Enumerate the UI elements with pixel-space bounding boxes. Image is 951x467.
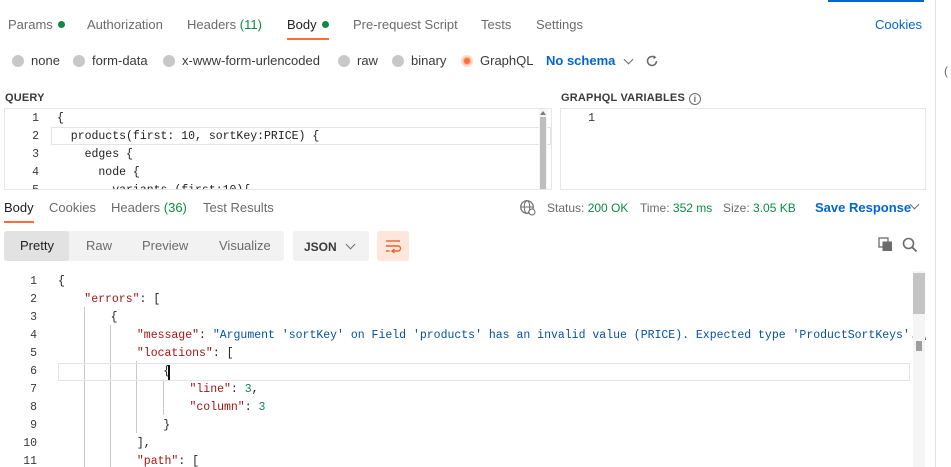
body-dot-indicator — [321, 21, 329, 28]
time-readout: Time: 352 ms — [640, 201, 713, 215]
scroll-up-arrow-icon[interactable] — [540, 111, 546, 115]
schema-dropdown[interactable]: No schema — [546, 53, 615, 68]
code-text: "errors": [ — [84, 293, 161, 306]
tab-params[interactable]: Params — [8, 17, 65, 32]
send-button-edge[interactable] — [828, 0, 924, 2]
line-number: 4 — [30, 329, 37, 342]
side-panel-glyph: ( — [944, 64, 948, 78]
line-number: 5 — [30, 347, 37, 360]
radio-none[interactable]: none — [12, 53, 60, 68]
wrap-lines-button[interactable] — [377, 231, 409, 261]
line-number: 9 — [30, 419, 37, 432]
search-icon[interactable] — [902, 237, 918, 253]
graphql-variables-label: GRAPHQL VARIABLES i — [561, 92, 702, 105]
params-dot-indicator — [57, 21, 65, 28]
response-tab-test-results[interactable]: Test Results — [203, 200, 274, 215]
view-mode-raw[interactable]: Raw — [86, 238, 112, 253]
line-number: 1 — [588, 112, 595, 125]
response-tab-body[interactable]: Body — [4, 200, 34, 215]
radio-x-www-form-urlencoded[interactable]: x-www-form-urlencoded — [163, 53, 320, 68]
code-text: "message": "Argument 'sortKey' on Field … — [136, 329, 926, 342]
code-text: "column": 3 — [189, 401, 266, 414]
active-tab-underline — [287, 38, 329, 40]
indent-guide — [163, 379, 164, 415]
radio-raw[interactable]: raw — [338, 53, 378, 68]
code-line: node { — [57, 166, 140, 179]
code-text: { — [58, 275, 65, 288]
code-line: products(first: 10, sortKey:PRICE) { — [57, 130, 320, 143]
copy-icon[interactable] — [878, 237, 893, 252]
radio-graphql[interactable]: GraphQL — [461, 53, 533, 68]
code-line: variants (first:10){ — [57, 182, 250, 189]
indent-guide — [84, 307, 85, 467]
view-mode-visualize[interactable]: Visualize — [219, 238, 271, 253]
tab-authorization[interactable]: Authorization — [87, 17, 163, 32]
view-mode-preview[interactable]: Preview — [142, 238, 188, 253]
line-number: 5 — [5, 182, 39, 189]
wrap-lines-icon — [386, 240, 402, 254]
tab-headers[interactable]: Headers (11) — [187, 17, 262, 32]
response-tab-headers[interactable]: Headers (36) — [111, 200, 187, 215]
info-icon[interactable]: i — [689, 93, 702, 105]
tab-settings[interactable]: Settings — [536, 17, 583, 32]
code-text: } — [163, 419, 171, 432]
line-number: 2 — [32, 130, 39, 143]
view-mode-pretty[interactable]: Pretty — [20, 238, 54, 253]
text-cursor — [168, 365, 170, 380]
tab-tests[interactable]: Tests — [481, 17, 511, 32]
save-response-button[interactable]: Save Response — [815, 200, 911, 215]
globe-network-icon[interactable] — [519, 199, 536, 216]
line-number: 10 — [23, 437, 37, 450]
query-editor[interactable]: 1 { 2 products(first: 10, sortKey:PRICE) … — [4, 108, 552, 190]
query-scrollbar-thumb[interactable] — [540, 117, 546, 189]
code-line: { — [57, 112, 64, 125]
line-number: 11 — [23, 455, 37, 467]
tab-body[interactable]: Body — [287, 17, 329, 32]
tab-pre-request-script[interactable]: Pre-request Script — [353, 17, 458, 32]
refresh-icon[interactable] — [645, 54, 659, 68]
line-number: 4 — [32, 166, 39, 179]
size-readout: Size: 3.05 KB — [723, 201, 796, 215]
graphql-variables-editor[interactable]: 1 — [560, 108, 926, 190]
line-number: 1 — [30, 275, 37, 288]
query-label: QUERY — [5, 92, 45, 104]
panel-divider — [935, 0, 936, 467]
code-line: edges { — [57, 148, 133, 161]
active-line-highlight — [58, 363, 910, 381]
status-readout: Status: 200 OK — [547, 201, 629, 215]
code-text: "path": [ — [136, 455, 200, 467]
response-tab-cookies[interactable]: Cookies — [49, 200, 96, 215]
indent-guide — [110, 325, 111, 467]
code-text: "line": 3, — [189, 383, 259, 396]
radio-binary[interactable]: binary — [392, 53, 446, 68]
line-number: 1 — [32, 112, 39, 125]
cookies-link[interactable]: Cookies — [875, 17, 922, 32]
response-active-tab-underline — [4, 221, 34, 223]
line-number: 3 — [32, 148, 39, 161]
scrollbar-match-marker — [916, 341, 922, 351]
response-scrollbar-thumb[interactable] — [913, 273, 925, 314]
code-text: "locations": [ — [136, 347, 234, 360]
format-select-label: JSON — [304, 240, 337, 254]
chevron-down-icon[interactable] — [623, 54, 634, 65]
radio-form-data[interactable]: form-data — [73, 53, 148, 68]
line-number: 7 — [30, 383, 37, 396]
line-number: 2 — [30, 293, 37, 306]
line-number: 6 — [30, 365, 37, 378]
line-number: 8 — [30, 401, 37, 414]
response-body-viewer[interactable]: 1 {2 "errors": [ 3 {4 "message": "Argument 's… — [0, 271, 926, 467]
code-text: { — [110, 311, 118, 324]
line-number: 3 — [30, 311, 37, 324]
code-text: ], — [136, 437, 151, 450]
